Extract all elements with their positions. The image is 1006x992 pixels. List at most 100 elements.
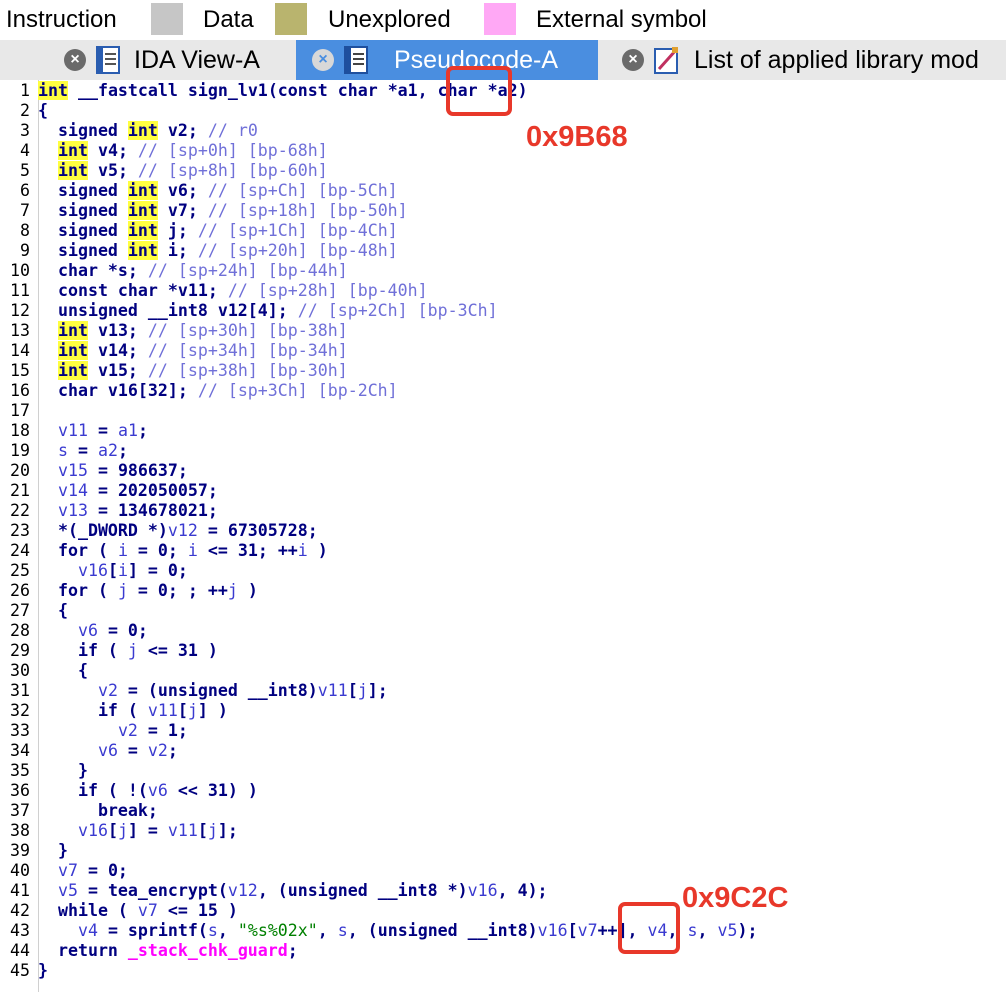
code-line[interactable]: 34 v6 = v2; — [0, 741, 1006, 761]
code-token: v7 — [57, 861, 78, 880]
code-token: "%s%02x" — [237, 921, 318, 940]
code-line[interactable]: 9 signed int i; // [sp+20h] [bp-48h] — [0, 241, 1006, 261]
tab-label: List of applied library mod — [694, 46, 979, 74]
code-token: int — [127, 181, 158, 200]
code-line[interactable]: 41 v5 = tea_encrypt(v12, (unsigned __int… — [0, 881, 1006, 901]
code-line[interactable]: 43 v4 = sprintf(s, "%s%02x", s, (unsigne… — [0, 921, 1006, 941]
code-text: if ( j <= 31 ) — [38, 641, 218, 661]
code-token: signed — [38, 201, 128, 220]
line-number: 28 — [10, 621, 30, 640]
code-token: = 1; — [137, 721, 188, 740]
code-line[interactable]: 27 { — [0, 601, 1006, 621]
library-icon — [654, 46, 678, 74]
code-token: i — [117, 541, 128, 560]
code-line[interactable]: 40 v7 = 0; — [0, 861, 1006, 881]
code-token: v6 — [147, 781, 168, 800]
code-line[interactable]: 8 signed int j; // [sp+1Ch] [bp-4Ch] — [0, 221, 1006, 241]
code-token: ) — [307, 541, 328, 560]
code-line[interactable]: 30 { — [0, 661, 1006, 681]
code-token: _stack_chk_guard — [127, 941, 288, 960]
code-line[interactable]: 18 v11 = a1; — [0, 421, 1006, 441]
code-line[interactable]: 15 int v15; // [sp+38h] [bp-30h] — [0, 361, 1006, 381]
code-line[interactable]: 36 if ( !(v6 << 31) ) — [0, 781, 1006, 801]
pseudocode-view[interactable]: 1 int __fastcall sign_lv1(const char *a1,… — [0, 80, 1006, 992]
code-line[interactable]: 4 int v4; // [sp+0h] [bp-68h] — [0, 141, 1006, 161]
code-line[interactable]: 33 v2 = 1; — [0, 721, 1006, 741]
line-number: 23 — [10, 521, 30, 540]
line-number: 40 — [10, 861, 30, 880]
code-line[interactable]: 31 v2 = (unsigned __int8)v11[j]; — [0, 681, 1006, 701]
code-line[interactable]: 45} — [0, 961, 1006, 981]
code-line[interactable]: 21 v14 = 202050057; — [0, 481, 1006, 501]
code-token: ; — [137, 421, 148, 440]
code-token: j — [227, 581, 238, 600]
close-icon[interactable]: × — [64, 49, 86, 71]
code-line[interactable]: 6 signed int v6; // [sp+Ch] [bp-5Ch] — [0, 181, 1006, 201]
code-line[interactable]: 12 unsigned __int8 v12[4]; // [sp+2Ch] [… — [0, 301, 1006, 321]
code-token: v12 — [227, 881, 258, 900]
code-text: v13 = 134678021; — [38, 501, 218, 521]
code-text: *(_DWORD *)v12 = 67305728; — [38, 521, 318, 541]
code-token: if ( — [38, 641, 128, 660]
code-line[interactable]: 17 — [0, 401, 1006, 421]
pseudocode-icon — [344, 46, 368, 74]
line-number: 9 — [20, 241, 30, 260]
line-number: 42 — [10, 901, 30, 920]
code-line[interactable]: 5 int v5; // [sp+8h] [bp-60h] — [0, 161, 1006, 181]
code-token: = 202050057; — [87, 481, 218, 500]
code-text: s = a2; — [38, 441, 128, 461]
code-line[interactable]: 37 break; — [0, 801, 1006, 821]
code-token: v11 — [57, 421, 88, 440]
code-token: v6 — [77, 621, 98, 640]
code-token: j — [207, 821, 218, 840]
code-line[interactable]: 20 v15 = 986637; — [0, 461, 1006, 481]
code-line[interactable]: 39 } — [0, 841, 1006, 861]
legend-external-symbol-label: External symbol — [536, 6, 707, 33]
code-line[interactable]: 44 return _stack_chk_guard; — [0, 941, 1006, 961]
code-line[interactable]: 28 v6 = 0; — [0, 621, 1006, 641]
code-token: v4 — [77, 921, 98, 940]
code-line[interactable]: 29 if ( j <= 31 ) — [0, 641, 1006, 661]
code-line[interactable]: 24 for ( i = 0; i <= 31; ++i ) — [0, 541, 1006, 561]
code-line[interactable]: 13 int v13; // [sp+30h] [bp-38h] — [0, 321, 1006, 341]
code-token: signed — [38, 221, 128, 240]
code-line[interactable]: 42 while ( v7 <= 15 ) — [0, 901, 1006, 921]
code-line[interactable]: 23 *(_DWORD *)v12 = 67305728; — [0, 521, 1006, 541]
code-line[interactable]: 14 int v14; // [sp+34h] [bp-34h] — [0, 341, 1006, 361]
code-token: , — [317, 921, 338, 940]
code-token: = 0; — [97, 621, 148, 640]
close-icon[interactable]: × — [622, 49, 644, 71]
code-text: return _stack_chk_guard; — [38, 941, 298, 961]
tab-ida-view-a[interactable]: × IDA View-A — [48, 40, 294, 80]
code-line[interactable]: 38 v16[j] = v11[j]; — [0, 821, 1006, 841]
code-line[interactable]: 19 s = a2; — [0, 441, 1006, 461]
code-line[interactable]: 7 signed int v7; // [sp+18h] [bp-50h] — [0, 201, 1006, 221]
code-token: int — [57, 321, 88, 340]
code-line[interactable]: 11 const char *v11; // [sp+28h] [bp-40h] — [0, 281, 1006, 301]
code-token: for ( — [38, 581, 118, 600]
code-text: break; — [38, 801, 158, 821]
line-number: 1 — [20, 81, 30, 100]
code-token: v2 — [117, 721, 138, 740]
code-token: } — [38, 841, 68, 860]
tab-library-modules[interactable]: × List of applied library mod — [606, 40, 1006, 80]
line-number: 29 — [10, 641, 30, 660]
code-text: v2 = (unsigned __int8)v11[j]; — [38, 681, 388, 701]
code-line[interactable]: 22 v13 = 134678021; — [0, 501, 1006, 521]
code-line[interactable]: 32 if ( v11[j] ) — [0, 701, 1006, 721]
close-icon[interactable]: × — [312, 49, 334, 71]
code-line[interactable]: 26 for ( j = 0; ; ++j ) — [0, 581, 1006, 601]
code-line[interactable]: 3 signed int v2; // r0 — [0, 121, 1006, 141]
code-token: = tea_encrypt( — [77, 881, 228, 900]
code-token: return — [38, 941, 128, 960]
code-line[interactable]: 25 v16[i] = 0; — [0, 561, 1006, 581]
code-line[interactable]: 16 char v16[32]; // [sp+3Ch] [bp-2Ch] — [0, 381, 1006, 401]
code-line[interactable]: 35 } — [0, 761, 1006, 781]
code-line[interactable]: 10 char *s; // [sp+24h] [bp-44h] — [0, 261, 1006, 281]
code-token: v12 — [167, 521, 198, 540]
code-token: { — [38, 101, 48, 120]
code-token: // [sp+20h] [bp-48h] — [197, 241, 398, 260]
